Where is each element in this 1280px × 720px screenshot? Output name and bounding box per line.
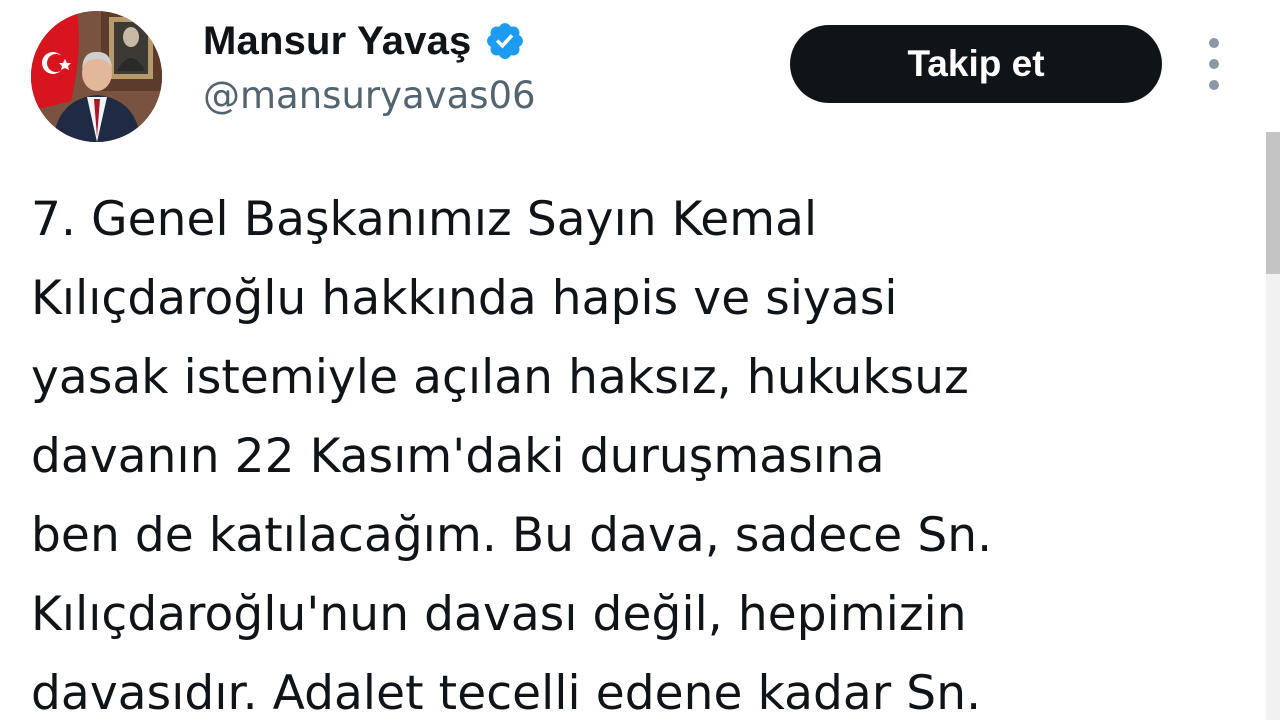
- tweet-text-line: Kılıçdaroğlu'nun davası değil, hepimizin: [31, 587, 967, 642]
- tweet-text-line: davasıdır. Adalet tecelli edene kadar Sn…: [31, 666, 982, 720]
- menu-dot: [1209, 80, 1219, 90]
- author-display-name[interactable]: Mansur Yavaş: [203, 19, 472, 64]
- tweet-text-line: davanın 22 Kasım'daki duruşmasına: [31, 429, 885, 484]
- avatar[interactable]: [31, 11, 162, 142]
- verified-badge-icon[interactable]: [484, 20, 526, 62]
- tweet-text: 7. Genel Başkanımız Sayın Kemal Kılıçdar…: [31, 180, 1231, 720]
- author-name-row: Mansur Yavaş: [203, 15, 526, 67]
- more-vertical-icon[interactable]: [1196, 38, 1232, 90]
- author-handle[interactable]: @mansuryavas06: [203, 74, 536, 117]
- tweet-text-line: 7. Genel Başkanımız Sayın Kemal: [31, 192, 818, 247]
- scrollbar-thumb[interactable]: [1266, 132, 1280, 274]
- profile-photo: [31, 11, 162, 142]
- menu-dot: [1209, 59, 1219, 69]
- tweet-text-line: ben de katılacağım. Bu dava, sadece Sn.: [31, 508, 993, 563]
- tweet-text-line: yasak istemiyle açılan haksız, hukuksuz: [31, 350, 969, 405]
- tweet-text-line: Kılıçdaroğlu hakkında hapis ve siyasi: [31, 271, 898, 326]
- follow-button[interactable]: Takip et: [790, 25, 1162, 103]
- menu-dot: [1209, 38, 1219, 48]
